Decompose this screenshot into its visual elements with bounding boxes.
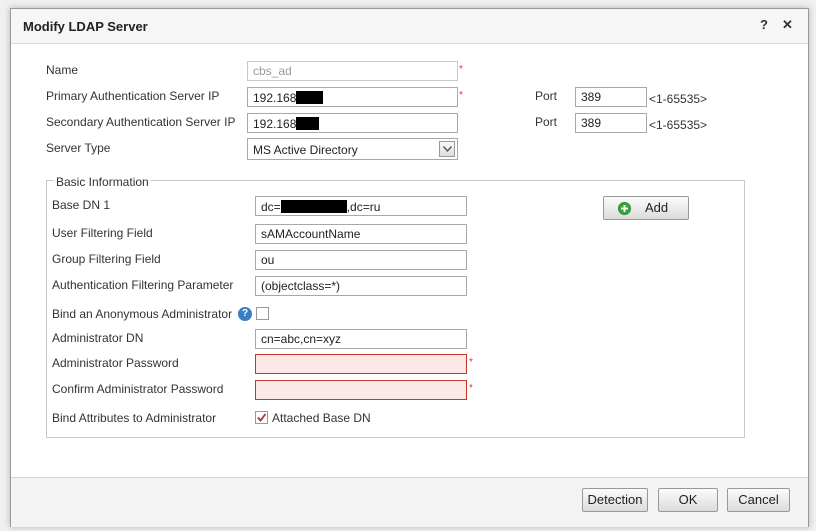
- basic-information-legend: Basic Information: [54, 175, 151, 189]
- dialog-footer: Detection OK Cancel: [11, 477, 808, 527]
- checkmark-icon: [257, 413, 267, 422]
- confirm-password-field[interactable]: [255, 380, 467, 400]
- primary-port-label: Port: [535, 89, 558, 103]
- help-question-icon[interactable]: ?: [238, 307, 252, 321]
- base-dn-prefix: dc=: [261, 200, 281, 214]
- base-dn-label: Base DN 1: [52, 198, 111, 212]
- close-icon[interactable]: ✕: [782, 17, 793, 33]
- secondary-ip-field[interactable]: 192.168: [247, 113, 458, 133]
- anonymous-admin-checkbox[interactable]: [256, 307, 269, 320]
- attached-base-dn-checkbox[interactable]: [255, 411, 268, 424]
- attached-base-dn-label: Attached Base DN: [272, 411, 371, 425]
- server-type-select[interactable]: MS Active Directory: [247, 138, 458, 160]
- required-mark: *: [459, 64, 463, 75]
- ok-button[interactable]: OK: [658, 488, 718, 512]
- confirm-password-label: Confirm Administrator Password: [52, 382, 224, 396]
- primary-port-range: <1-65535>: [649, 92, 708, 106]
- redaction-block: [280, 200, 347, 213]
- auth-filter-label: Authentication Filtering Parameter: [52, 278, 234, 292]
- required-mark: *: [469, 357, 473, 368]
- add-base-dn-button[interactable]: Add: [603, 196, 689, 220]
- admin-password-field[interactable]: [255, 354, 467, 374]
- redaction-block: [296, 117, 320, 130]
- redaction-block: [296, 91, 324, 104]
- secondary-ip-label: Secondary Authentication Server IP: [46, 115, 236, 129]
- primary-ip-field[interactable]: 192.168: [247, 87, 458, 107]
- detection-button[interactable]: Detection: [582, 488, 648, 512]
- add-plus-icon: [618, 202, 631, 215]
- user-filter-field[interactable]: sAMAccountName: [255, 224, 467, 244]
- server-type-label: Server Type: [46, 141, 111, 155]
- name-label: Name: [46, 63, 79, 77]
- required-mark: *: [469, 383, 473, 394]
- admin-dn-label: Administrator DN: [52, 331, 144, 345]
- auth-filter-field[interactable]: (objectclass=*): [255, 276, 467, 296]
- primary-port-field[interactable]: 389: [575, 87, 647, 107]
- primary-ip-label: Primary Authentication Server IP: [46, 89, 220, 103]
- base-dn-suffix: ,dc=ru: [346, 200, 381, 214]
- secondary-port-field[interactable]: 389: [575, 113, 647, 133]
- primary-ip-value: 192.168: [253, 91, 297, 105]
- dialog-titlebar: Modify LDAP Server ? ✕: [11, 9, 808, 44]
- required-mark: *: [459, 90, 463, 101]
- user-filter-label: User Filtering Field: [52, 226, 153, 240]
- secondary-port-label: Port: [535, 115, 558, 129]
- chevron-down-icon[interactable]: [439, 141, 455, 157]
- group-filter-label: Group Filtering Field: [52, 252, 161, 266]
- help-icon[interactable]: ?: [760, 17, 768, 32]
- server-type-value: MS Active Directory: [253, 143, 358, 157]
- bind-attributes-label: Bind Attributes to Administrator: [52, 411, 217, 425]
- base-dn-field[interactable]: dc= ,dc=ru: [255, 196, 467, 216]
- dialog-title: Modify LDAP Server: [23, 19, 148, 34]
- cancel-button[interactable]: Cancel: [727, 488, 790, 512]
- admin-password-label: Administrator Password: [52, 356, 179, 370]
- add-label: Add: [645, 200, 669, 215]
- modify-ldap-server-dialog: Modify LDAP Server ? ✕ Name cbs_ad * Pri…: [10, 8, 809, 527]
- secondary-ip-value: 192.168: [253, 117, 297, 131]
- admin-dn-field[interactable]: cn=abc,cn=xyz: [255, 329, 467, 349]
- group-filter-field[interactable]: ou: [255, 250, 467, 270]
- secondary-port-range: <1-65535>: [649, 118, 708, 132]
- anonymous-admin-label: Bind an Anonymous Administrator: [52, 307, 233, 321]
- name-field: cbs_ad: [247, 61, 458, 81]
